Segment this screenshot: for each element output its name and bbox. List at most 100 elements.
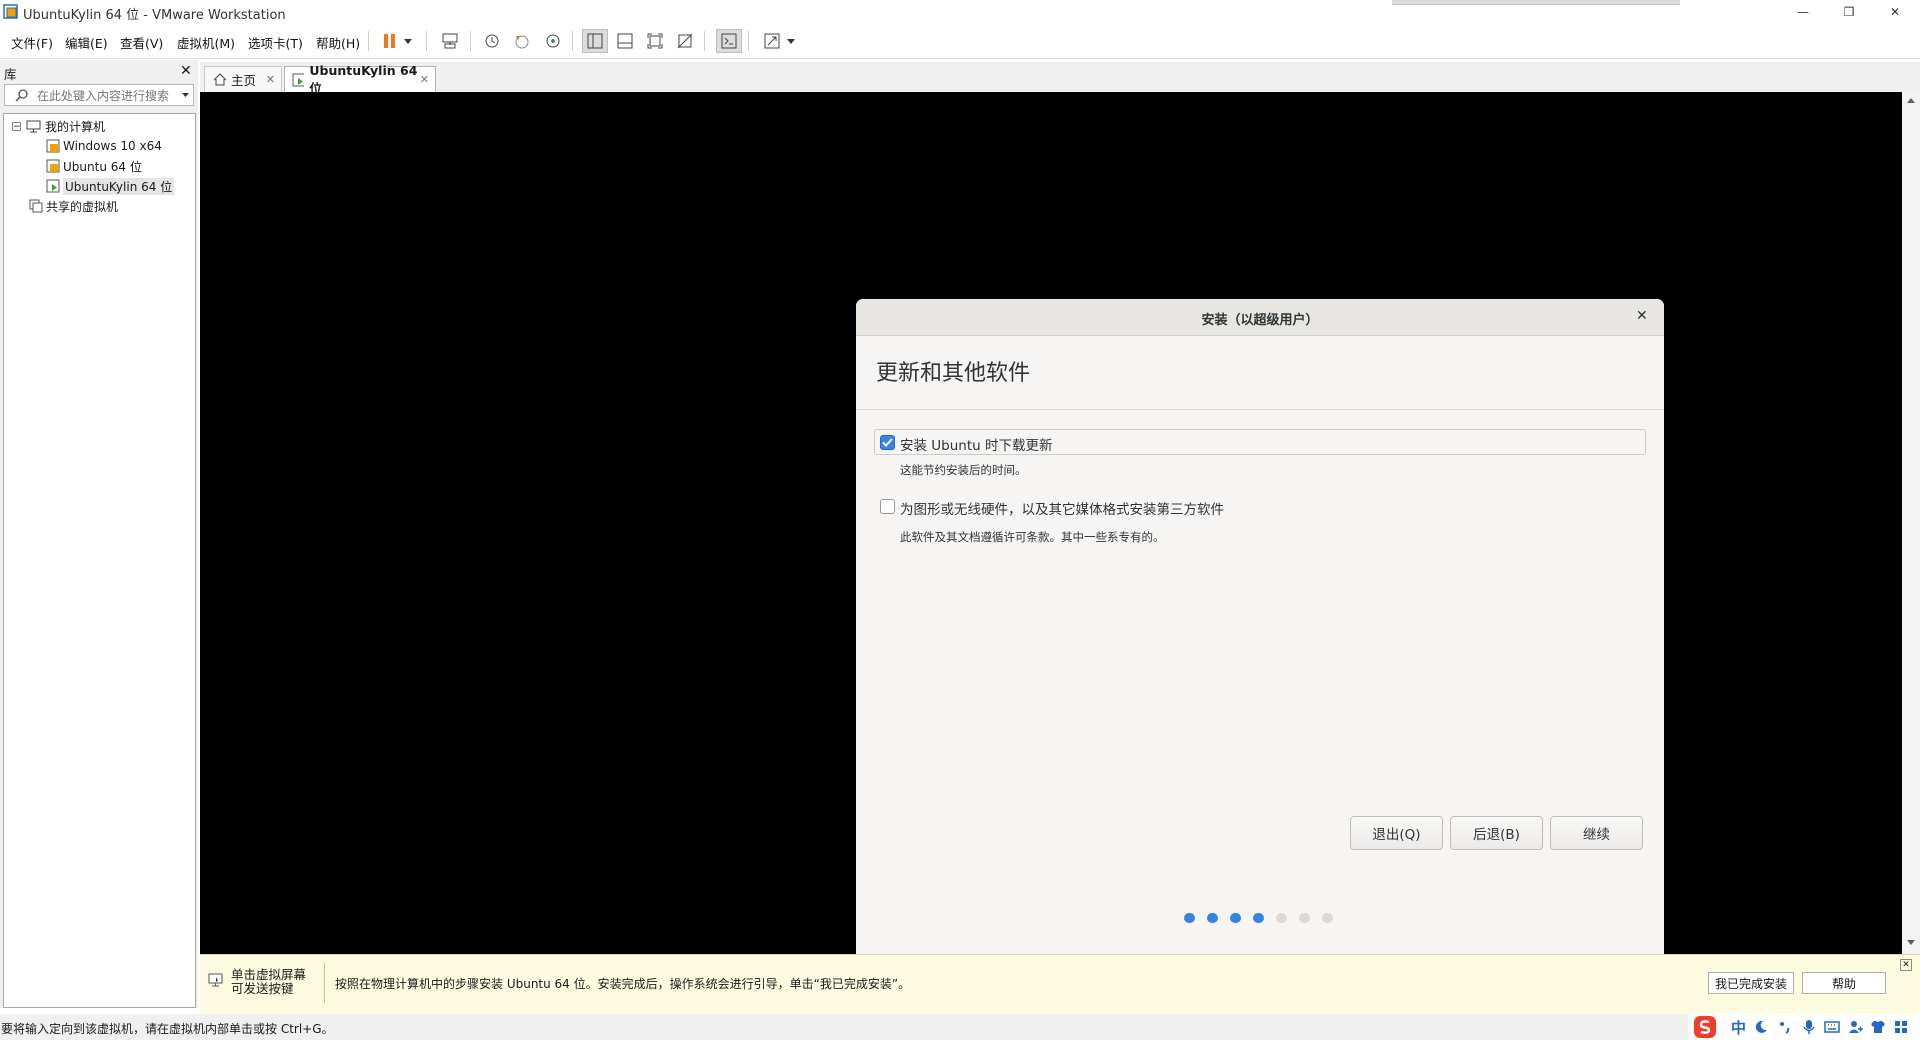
tree-item-vm-selected[interactable]: UbuntuKylin 64 位	[4, 176, 195, 196]
dropdown-arrow-icon	[787, 38, 795, 44]
library-search-box[interactable]	[4, 84, 194, 106]
ime-language-label[interactable]: 中	[1731, 1017, 1746, 1038]
tree-label: 共享的虚拟机	[46, 199, 119, 214]
tab-bar: 主页 ✕ UbuntuKylin 64 位 ✕	[200, 62, 1920, 96]
tree-item-shared-vms[interactable]: 共享的虚拟机	[4, 196, 195, 216]
progress-dot-current	[1253, 913, 1264, 923]
thumbnail-layout-icon	[617, 33, 633, 49]
sidebar-layout-icon	[587, 33, 603, 49]
terminal-icon	[721, 33, 737, 49]
download-updates-label[interactable]: 安装 Ubuntu 时下载更新	[900, 434, 1053, 454]
show-library-button[interactable]	[582, 29, 608, 53]
tree-label: UbuntuKylin 64 位	[63, 177, 175, 195]
third-party-checkbox[interactable]	[880, 499, 895, 514]
tree-item-my-computer[interactable]: − 我的计算机	[4, 116, 195, 136]
help-button[interactable]: 帮助	[1802, 972, 1886, 994]
status-bar: 要将输入定向到该虚拟机，请在虚拟机内部单击或按 Ctrl+G。 中	[0, 1014, 1920, 1040]
title-bar: UbuntuKylin 64 位 - VMware Workstation — …	[0, 0, 1920, 24]
tab-label: 主页	[231, 73, 257, 88]
third-party-label[interactable]: 为图形或无线硬件，以及其它媒体格式安装第三方软件	[900, 498, 1224, 518]
tree-item-vm[interactable]: Windows 10 x64	[4, 136, 195, 156]
download-updates-description: 这能节约安装后的时间。	[900, 463, 1027, 477]
third-party-description: 此软件及其文档遵循许可条款。其中一些系专有的。	[900, 530, 1165, 544]
stretch-guest-button[interactable]	[759, 29, 785, 53]
vm-icon	[46, 139, 60, 153]
tree-label: Windows 10 x64	[63, 139, 162, 153]
window-title: UbuntuKylin 64 位 - VMware Workstation	[23, 8, 286, 23]
menu-tabs[interactable]: 选项卡(T)	[248, 33, 303, 52]
toolbar-separator	[470, 31, 471, 51]
minimize-button[interactable]: —	[1780, 0, 1826, 24]
tab-close-icon[interactable]: ✕	[420, 73, 429, 86]
tree-item-vm[interactable]: Ubuntu 64 位	[4, 156, 195, 176]
vm-display[interactable]: 安装（以超级用户） ✕ 更新和其他软件 安装 Ubuntu 时下载更新 这能节约…	[200, 92, 1902, 967]
dialog-close-button[interactable]: ✕	[1636, 308, 1648, 324]
tab-ubuntukylin[interactable]: UbuntuKylin 64 位 ✕	[284, 63, 436, 96]
dialog-header: 安装（以超级用户） ✕	[856, 299, 1664, 336]
microphone-icon[interactable]	[1802, 1019, 1816, 1035]
quit-button[interactable]: 退出(Q)	[1350, 816, 1443, 850]
search-dropdown-arrow-icon[interactable]	[182, 93, 189, 98]
vm-icon	[46, 159, 60, 173]
tab-home[interactable]: 主页 ✕	[204, 66, 282, 92]
punctuation-icon[interactable]	[1778, 1020, 1792, 1034]
finished-install-button[interactable]: 我已完成安装	[1708, 972, 1794, 994]
collapse-toggle-icon[interactable]: −	[12, 121, 21, 131]
skin-shirt-icon[interactable]	[1870, 1019, 1886, 1035]
search-icon	[15, 89, 28, 102]
vm-vertical-scrollbar[interactable]	[1902, 92, 1920, 954]
computer-icon	[26, 120, 41, 132]
library-search-input[interactable]	[35, 87, 179, 105]
hint-close-button[interactable]: ✕	[1900, 959, 1912, 971]
power-dropdown-button[interactable]	[400, 29, 416, 53]
sogou-ime-logo-icon[interactable]	[1693, 1015, 1717, 1039]
keyboard-send-icon	[442, 33, 458, 49]
download-updates-checkbox[interactable]	[880, 435, 895, 450]
menu-view[interactable]: 查看(V)	[120, 33, 163, 52]
revert-snapshot-button[interactable]	[509, 29, 535, 53]
overlapping-window-edge	[1392, 0, 1680, 5]
restore-button[interactable]: ❐	[1826, 0, 1872, 24]
scroll-up-arrow-icon[interactable]	[1907, 98, 1915, 103]
toolbar-separator	[572, 31, 573, 51]
library-close-button[interactable]: ✕	[180, 63, 192, 79]
vm-running-icon	[292, 73, 305, 86]
menu-file[interactable]: 文件(F)	[11, 33, 53, 52]
back-button[interactable]: 后退(B)	[1450, 816, 1543, 850]
toolbar-separator	[748, 31, 749, 51]
user-icon[interactable]	[1848, 1019, 1864, 1035]
tree-label: Ubuntu 64 位	[63, 159, 142, 174]
progress-dot-pending	[1299, 913, 1310, 923]
library-panel: 库 ✕ − 我的计算机 Windows 10 x64 Ubuntu 64 位 U…	[0, 60, 198, 1008]
progress-dot-pending	[1322, 913, 1333, 923]
send-ctrl-alt-del-button[interactable]	[437, 29, 463, 53]
toolbox-grid-icon[interactable]	[1894, 1020, 1908, 1034]
unity-mode-icon	[677, 33, 693, 49]
continue-button[interactable]: 继续	[1550, 816, 1643, 850]
menu-edit[interactable]: 编辑(E)	[65, 33, 108, 52]
close-window-button[interactable]: ✕	[1872, 0, 1918, 24]
snapshot-manager-icon	[546, 34, 560, 48]
snapshot-button[interactable]	[479, 29, 505, 53]
shared-vm-icon	[29, 199, 43, 213]
vm-running-icon	[46, 179, 60, 193]
full-screen-button[interactable]	[642, 29, 668, 53]
console-view-button[interactable]	[716, 29, 742, 53]
stretch-icon	[764, 33, 780, 49]
click-screen-hint: 单击虚拟屏幕 可发送按键	[231, 967, 307, 996]
unity-mode-button[interactable]	[672, 29, 698, 53]
tab-close-icon[interactable]: ✕	[266, 73, 275, 86]
full-screen-icon	[647, 33, 663, 49]
menu-help[interactable]: 帮助(H)	[316, 33, 360, 52]
menu-vm[interactable]: 虚拟机(M)	[177, 33, 235, 52]
snapshot-manager-button[interactable]	[540, 29, 566, 53]
menu-toolbar-bar: 文件(F) 编辑(E) 查看(V) 虚拟机(M) 选项卡(T) 帮助(H)	[0, 24, 1920, 59]
toolbar-separator	[426, 31, 427, 51]
scroll-down-arrow-icon[interactable]	[1907, 940, 1915, 945]
stretch-dropdown-button[interactable]	[783, 29, 799, 53]
dialog-title: 安装（以超级用户）	[1201, 313, 1319, 328]
thumbnail-bar-button[interactable]	[612, 29, 638, 53]
checkmark-icon	[882, 438, 893, 447]
keyboard-icon[interactable]	[1824, 1020, 1840, 1034]
moon-icon[interactable]	[1754, 1020, 1768, 1034]
